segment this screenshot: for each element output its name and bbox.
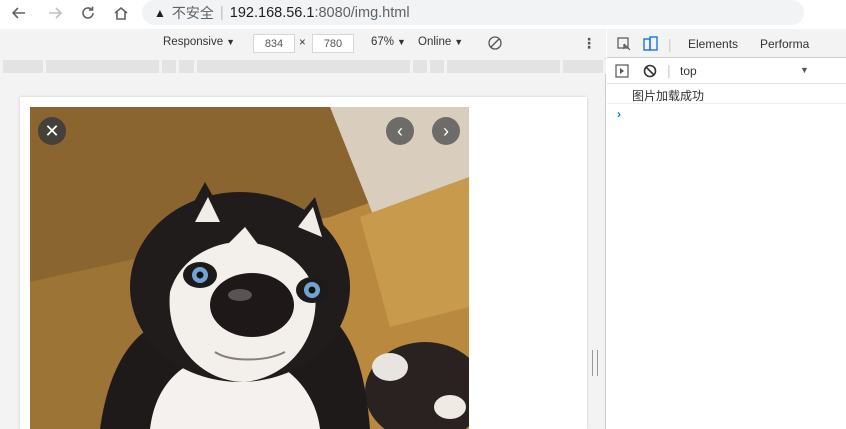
address-divider: | [219,4,224,21]
context-divider: | [667,62,671,78]
inspect-element-icon[interactable] [615,35,633,53]
url-path: :8080/img.html [314,4,410,21]
console-log-entry: 图片加载成功 [607,84,846,104]
rotate-icon[interactable] [487,35,503,56]
dimension-separator: × [299,37,306,49]
zoom-select[interactable]: 67% ▼ [371,36,406,48]
viewport-width-input[interactable]: 834 [253,34,295,53]
device-toggle-icon[interactable] [641,35,659,53]
close-icon[interactable]: ✕ [38,117,66,145]
resize-handle[interactable] [592,350,598,376]
chevron-down-icon[interactable]: ▼ [800,65,809,75]
device-mode-select[interactable]: Responsive ▼ [163,36,235,48]
prev-icon[interactable]: ‹ [386,117,414,145]
address-bar[interactable]: ▲ 不安全 | 192.168.56.1 :8080/img.html [142,0,804,25]
context-select[interactable]: top [680,64,697,78]
media-query-ruler[interactable] [0,59,606,74]
forward-icon[interactable] [44,2,66,24]
url-host: 192.168.56.1 [229,4,315,21]
warning-icon: ▲ [154,5,166,20]
next-icon[interactable]: › [432,117,460,145]
sidebar-toggle-icon[interactable] [613,62,631,80]
tab-performance[interactable]: Performa [760,37,809,51]
devtools-panel: | Elements Performa | top ▼ 图片加载成功 › [607,29,846,429]
devtools-tabbar: | Elements Performa [607,29,846,58]
tab-elements[interactable]: Elements [688,37,738,51]
page-viewport: Responsive▼ 834 × 780 67%▼ Online▼ ⋮ [0,29,606,429]
husky-photo: ✕ ‹ › [30,107,469,429]
tab-divider: | [668,36,672,52]
security-label: 不安全 [171,5,214,22]
emulated-page: ✕ ‹ › [20,97,587,429]
back-icon[interactable] [8,2,30,24]
clear-console-icon[interactable] [641,62,659,80]
more-options-icon[interactable]: ⋮ [582,35,596,52]
browser-address-row: ▲ 不安全 | 192.168.56.1 :8080/img.html [0,0,846,26]
home-icon[interactable] [110,2,132,24]
viewport-height-input[interactable]: 780 [312,34,354,53]
device-toolbar: Responsive ▼ 834 × 780 67% ▼ Online ▼ ⋮ [0,29,606,58]
console-prompt[interactable]: › [617,107,621,121]
throttle-select[interactable]: Online ▼ [418,36,463,48]
reload-icon[interactable] [77,2,99,24]
console-toolbar: | top ▼ [607,58,846,84]
